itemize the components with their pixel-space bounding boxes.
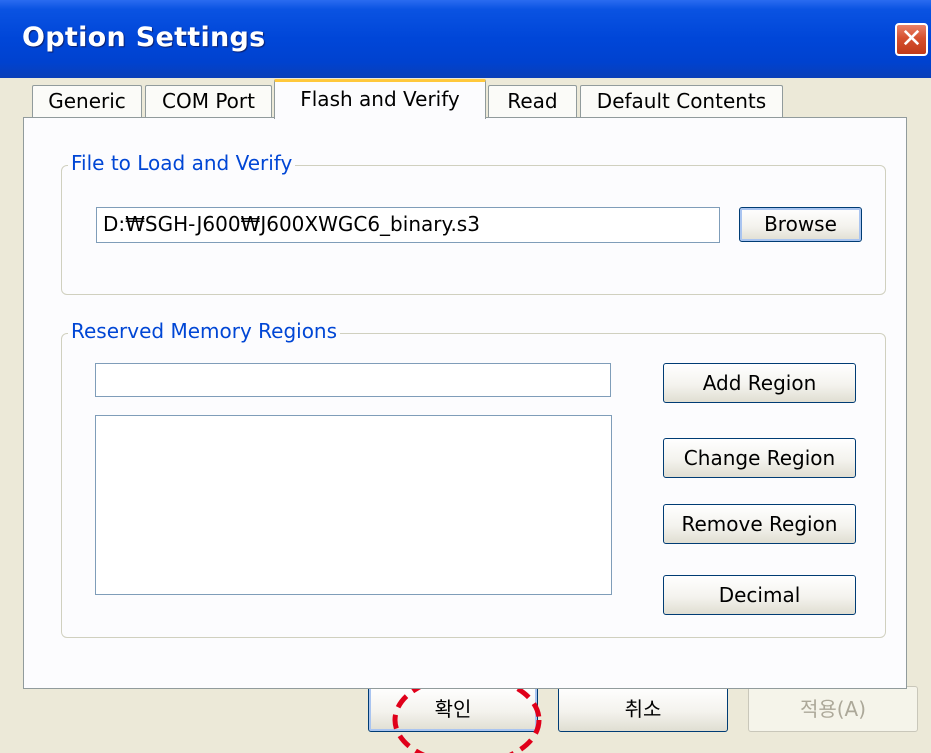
option-settings-dialog: Option Settings ✕ Generic COM Port Flash…	[0, 0, 931, 753]
remove-region-button[interactable]: Remove Region	[663, 504, 856, 544]
cancel-button[interactable]: 취소	[558, 686, 728, 732]
memory-group-label: Reserved Memory Regions	[68, 319, 341, 343]
tab-read[interactable]: Read	[488, 85, 577, 118]
tab-com-port[interactable]: COM Port	[145, 85, 272, 118]
tab-flash-and-verify[interactable]: Flash and Verify	[274, 79, 486, 119]
flash-and-verify-panel: File to Load and Verify D:₩SGH-J600₩J600…	[23, 117, 907, 689]
file-group-label: File to Load and Verify	[68, 151, 296, 175]
window-title: Option Settings	[22, 22, 266, 53]
add-region-button[interactable]: Add Region	[663, 363, 856, 403]
title-bar[interactable]: Option Settings ✕	[0, 0, 931, 78]
region-input[interactable]	[95, 363, 611, 397]
region-list[interactable]	[95, 415, 612, 595]
tab-generic[interactable]: Generic	[32, 85, 142, 118]
close-icon: ✕	[900, 24, 923, 54]
apply-button[interactable]: 적용(A)	[748, 686, 918, 732]
change-region-button[interactable]: Change Region	[663, 438, 856, 478]
close-button[interactable]: ✕	[895, 23, 928, 56]
file-path-field[interactable]: D:₩SGH-J600₩J600XWGC6_binary.s3	[96, 207, 720, 243]
tab-default-contents[interactable]: Default Contents	[580, 85, 783, 118]
decimal-button[interactable]: Decimal	[663, 575, 856, 615]
browse-button[interactable]: Browse	[739, 207, 862, 242]
